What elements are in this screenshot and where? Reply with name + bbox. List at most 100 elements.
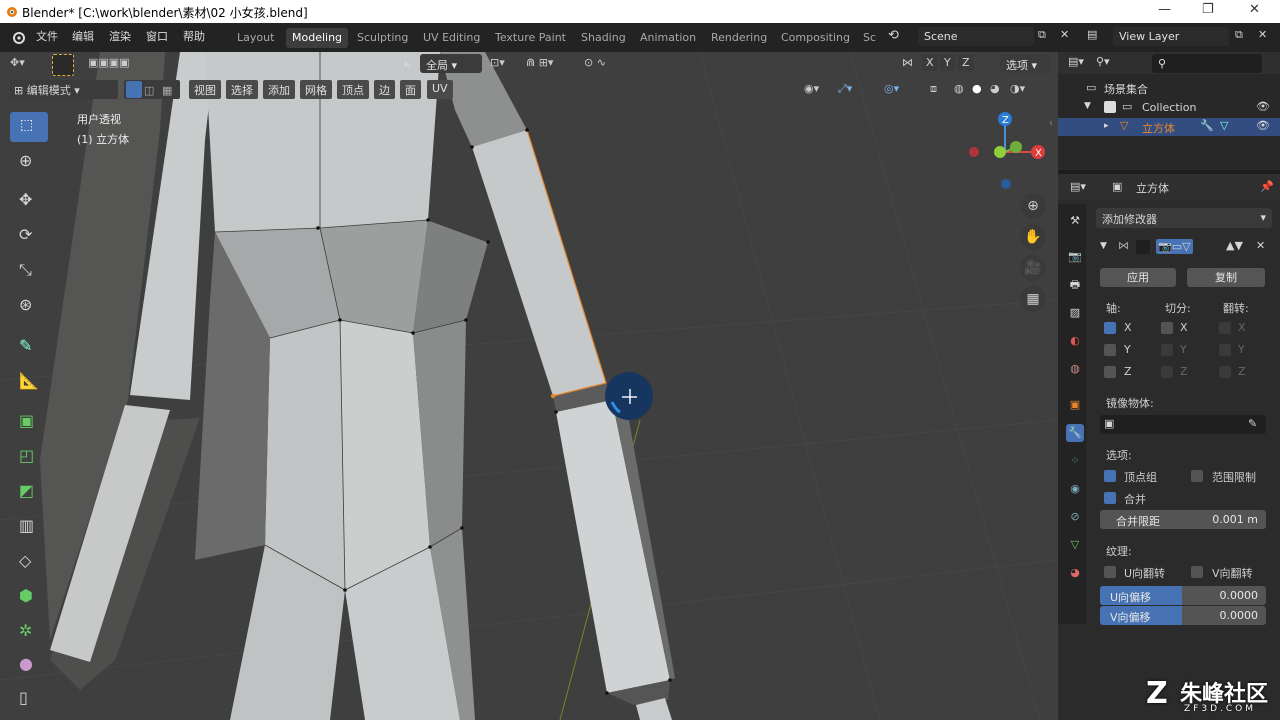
properties-editor-icon[interactable]: ▤▾ xyxy=(1070,180,1086,193)
menu-add[interactable]: 添加 xyxy=(263,80,295,99)
wireframe-shading-icon[interactable]: ◍ xyxy=(954,82,964,95)
viewport-canvas[interactable] xyxy=(0,52,1058,720)
menu-view[interactable]: 视图 xyxy=(189,80,221,99)
view-layer-selector[interactable]: View Layer xyxy=(1113,27,1229,46)
expand-collection-icon[interactable]: ▼ xyxy=(1084,101,1091,111)
eyedropper-icon[interactable]: ✎ xyxy=(1248,417,1257,430)
visibility-icon[interactable]: ◉▾ xyxy=(804,82,819,95)
outliner-search-input[interactable]: ⚲ xyxy=(1152,54,1262,73)
menu-select[interactable]: 选择 xyxy=(226,80,258,99)
collection-label[interactable]: Collection xyxy=(1142,101,1196,114)
add-modifier-dropdown[interactable]: 添加修改器 ▾ xyxy=(1096,208,1272,228)
flip-z-checkbox[interactable] xyxy=(1219,366,1231,378)
menu-edit[interactable]: 编辑 xyxy=(72,28,94,44)
menu-face[interactable]: 面 xyxy=(400,80,421,99)
menu-help[interactable]: 帮助 xyxy=(183,28,205,44)
tab-shading[interactable]: Shading xyxy=(575,28,632,48)
render-shading-icon[interactable]: ◑▾ xyxy=(1010,82,1025,95)
bisect-z-checkbox[interactable] xyxy=(1161,366,1173,378)
inset-tool[interactable]: ◰ xyxy=(10,442,48,472)
snap-icon[interactable]: ⋒ ⊞▾ xyxy=(526,56,553,69)
knife-tool[interactable]: ◇ xyxy=(10,547,48,577)
mode-dropdown[interactable]: ⊞ 编辑模式 ▾ xyxy=(10,80,118,99)
flip-y-checkbox[interactable] xyxy=(1219,344,1231,356)
select-box-tool-icon[interactable] xyxy=(52,54,74,76)
output-tab-icon[interactable]: 🖶 xyxy=(1066,276,1084,294)
face-select-icon[interactable]: ▦ xyxy=(162,84,172,97)
constraints-tab-icon[interactable]: ⊘ xyxy=(1066,508,1084,526)
u-flip-checkbox[interactable] xyxy=(1104,566,1116,578)
tab-animation[interactable]: Animation xyxy=(634,28,702,48)
cursor-tool[interactable]: ⊕ xyxy=(10,147,48,177)
mirror-object-field[interactable]: ▣ ✎ xyxy=(1100,415,1266,434)
scene-icon[interactable]: ⟲ xyxy=(888,28,899,43)
editor-type-icon[interactable]: ✥▾ xyxy=(10,56,25,69)
tab-scripting[interactable]: Sc xyxy=(857,28,882,48)
spin-tool[interactable]: ✲ xyxy=(10,617,48,647)
solid-shading-icon[interactable]: ● xyxy=(972,82,982,95)
axis-y-checkbox[interactable] xyxy=(1104,344,1116,356)
pan-view-button[interactable]: ✋ xyxy=(1020,224,1046,250)
tool-tab-icon[interactable]: ⚒ xyxy=(1066,212,1084,230)
collection-visibility-icon[interactable]: 👁 xyxy=(1256,100,1270,113)
modifier-tab-icon[interactable]: 🔧 xyxy=(1066,424,1084,442)
select-tool[interactable]: ⬚ xyxy=(10,112,48,142)
physics-tab-icon[interactable]: ◉ xyxy=(1066,480,1084,498)
shear-tool[interactable]: ▯ xyxy=(10,684,48,714)
selection-mode-icons[interactable]: ▣▣▣▣ xyxy=(88,56,130,69)
world-tab-icon[interactable]: ◍ xyxy=(1066,360,1084,378)
select-mode-group[interactable]: ◫ ▦ xyxy=(124,80,180,99)
navigation-gizmo[interactable]: Z X xyxy=(960,107,1050,197)
menu-uv[interactable]: UV xyxy=(427,80,453,99)
merge-checkbox[interactable] xyxy=(1104,492,1116,504)
transform-tool[interactable]: ⊛ xyxy=(10,291,48,321)
outliner-editor-icon[interactable]: ▤▾ xyxy=(1068,55,1084,68)
tab-modeling[interactable]: Modeling xyxy=(286,28,349,48)
minimize-button[interactable]: — xyxy=(1158,2,1171,17)
poly-build-tool[interactable]: ⬢ xyxy=(10,582,48,612)
v-flip-checkbox[interactable] xyxy=(1191,566,1203,578)
options-dropdown[interactable]: 选项 ▾ xyxy=(1000,54,1050,73)
delete-scene-icon[interactable]: ✕ xyxy=(1060,28,1069,41)
move-tool[interactable]: ✥ xyxy=(10,186,48,216)
expand-object-icon[interactable]: ▸ xyxy=(1104,121,1109,131)
apply-button[interactable]: 应用 xyxy=(1100,268,1176,287)
outliner-row-cube[interactable]: ▸ ▽ 立方体 🔧 ▽ 👁 xyxy=(1058,118,1280,136)
axis-x-checkbox[interactable] xyxy=(1104,322,1116,334)
menu-window[interactable]: 窗口 xyxy=(146,28,168,44)
merge-limit-field[interactable]: 合并限距 0.001 m xyxy=(1100,510,1266,529)
blender-menu-icon[interactable] xyxy=(10,29,26,45)
new-view-layer-icon[interactable]: ⧉ xyxy=(1235,28,1243,42)
move-modifier-icons[interactable]: ▲▼ xyxy=(1226,239,1243,252)
view-layer-tab-icon[interactable]: ▨ xyxy=(1066,304,1084,322)
clipping-checkbox[interactable] xyxy=(1191,470,1203,482)
particles-tab-icon[interactable]: ⁘ xyxy=(1066,452,1084,470)
smooth-tool[interactable]: ● xyxy=(10,650,48,680)
remove-modifier-icon[interactable]: ✕ xyxy=(1256,239,1265,252)
filter-icon[interactable]: ⚲▾ xyxy=(1096,55,1110,68)
object-visibility-icon[interactable]: 👁 xyxy=(1256,119,1270,132)
camera-view-button[interactable]: 🎥 xyxy=(1020,255,1046,281)
proportional-edit-icon[interactable]: ⊙ ∿ xyxy=(584,56,606,69)
scene-selector[interactable]: Scene xyxy=(918,27,1034,46)
transform-orientation-dropdown[interactable]: 全局 ▾ xyxy=(420,54,482,73)
pin-icon[interactable]: 📌 xyxy=(1260,180,1274,193)
gizmo-icon[interactable]: ⤢▾ xyxy=(838,82,852,96)
collection-checkbox[interactable] xyxy=(1104,101,1116,113)
menu-render[interactable]: 渲染 xyxy=(109,28,131,44)
bisect-y-checkbox[interactable] xyxy=(1161,344,1173,356)
new-scene-icon[interactable]: ⧉ xyxy=(1038,28,1046,42)
mirror-y-toggle[interactable]: Y xyxy=(940,54,955,71)
tab-sculpting[interactable]: Sculpting xyxy=(351,28,414,48)
material-shading-icon[interactable]: ◕ xyxy=(990,82,1000,95)
ortho-toggle-button[interactable]: ▦ xyxy=(1020,286,1046,312)
measure-tool[interactable]: 📐 xyxy=(10,367,48,397)
annotate-tool[interactable]: ✎ xyxy=(10,332,48,362)
tab-texture-paint[interactable]: Texture Paint xyxy=(489,28,572,48)
edge-select-icon[interactable]: ◫ xyxy=(144,84,154,97)
tab-layout[interactable]: Layout xyxy=(231,28,280,48)
delete-view-layer-icon[interactable]: ✕ xyxy=(1258,28,1267,41)
close-button[interactable]: ✕ xyxy=(1249,2,1260,17)
loop-cut-tool[interactable]: ▥ xyxy=(10,512,48,542)
extrude-tool[interactable]: ▣ xyxy=(10,407,48,437)
